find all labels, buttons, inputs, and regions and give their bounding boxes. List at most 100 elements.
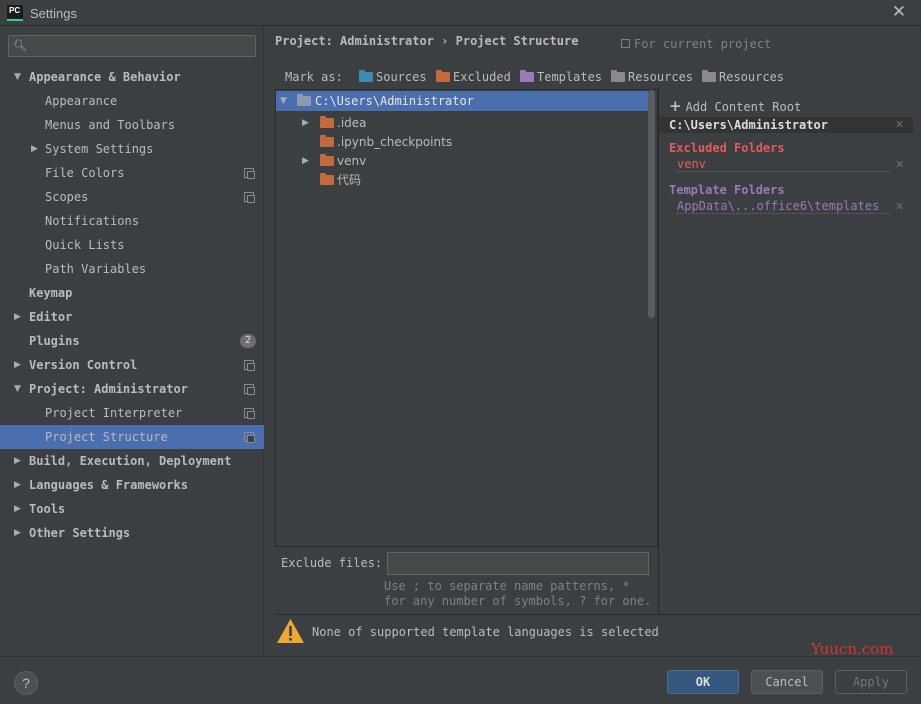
sidebar-item-system-settings[interactable]: ▶ System Settings xyxy=(0,137,264,161)
excluded-folder-icon xyxy=(436,70,450,82)
content-roots-panel: + Add Content Root C:\Users\Administrator… xyxy=(658,89,921,614)
project-structure-panel: Project: Administrator › Project Structu… xyxy=(264,26,921,656)
tree-row[interactable]: ▶ venv xyxy=(276,151,648,171)
sidebar-item-file-colors[interactable]: File Colors xyxy=(0,161,264,185)
chevron-right-icon[interactable]: ▶ xyxy=(302,151,309,171)
sidebar-item-plugins[interactable]: Plugins 2 xyxy=(0,329,264,353)
chevron-right-icon[interactable]: ▶ xyxy=(14,521,26,545)
sidebar-item-label: Quick Lists xyxy=(45,238,125,252)
sidebar-item-editor[interactable]: ▶ Editor xyxy=(0,305,264,329)
project-scope-icon xyxy=(244,360,255,371)
sidebar-item-build-execution-deployment[interactable]: ▶ Build, Execution, Deployment xyxy=(0,449,264,473)
excluded-folder-icon xyxy=(320,135,334,147)
content-root-path: C:\Users\Administrator xyxy=(669,118,828,132)
for-current-project-label: For current project xyxy=(621,37,771,51)
mark-as-resources-button[interactable]: Resources xyxy=(611,68,693,86)
chevron-right-icon[interactable]: ▶ xyxy=(302,113,309,133)
project-scope-icon xyxy=(244,408,255,419)
mark-as-resources-button[interactable]: Resources xyxy=(702,68,784,86)
mark-as-sources-button[interactable]: Sources xyxy=(359,68,427,86)
mark-as-label: Resources xyxy=(719,70,785,84)
sidebar-item-label: Appearance & Behavior xyxy=(29,70,181,84)
tree-row-label: venv xyxy=(337,154,367,168)
sidebar-item-appearance[interactable]: Appearance xyxy=(0,89,264,113)
sidebar-item-notifications[interactable]: Notifications xyxy=(0,209,264,233)
sidebar-item-label: Path Variables xyxy=(45,262,147,276)
mark-as-label: Mark as: xyxy=(285,70,343,84)
search-input[interactable]: 🔍︎ xyxy=(8,35,256,57)
sidebar-item-label: Languages & Frameworks xyxy=(29,478,188,492)
chevron-right-icon[interactable]: ▶ xyxy=(14,449,26,473)
remove-root-icon[interactable]: ✕ xyxy=(895,118,904,131)
sidebar-item-quick-lists[interactable]: Quick Lists xyxy=(0,233,264,257)
remove-excluded-icon[interactable]: ✕ xyxy=(895,158,904,171)
chevron-right-icon[interactable]: ▶ xyxy=(14,497,26,521)
sidebar-item-project-interpreter[interactable]: Project Interpreter xyxy=(0,401,264,425)
tree-row[interactable]: ▶ .idea xyxy=(276,113,648,133)
mark-as-label: Excluded xyxy=(453,70,511,84)
excluded-folder-icon xyxy=(320,173,334,185)
templates-folder-icon xyxy=(520,70,534,82)
folder-tree[interactable]: ▼ C:\Users\Administrator ▶ .idea .ipynb_ch… xyxy=(275,89,658,547)
ok-button[interactable]: OK xyxy=(667,670,739,694)
folder-icon xyxy=(297,94,311,106)
sidebar-item-label: Tools xyxy=(29,502,66,516)
sidebar-item-other-settings[interactable]: ▶ Other Settings xyxy=(0,521,264,545)
sidebar-item-label: Plugins xyxy=(29,334,80,348)
template-folder-item: AppData\...office6\templates xyxy=(677,199,889,214)
search-icon: 🔍︎ xyxy=(13,39,27,52)
chevron-down-icon[interactable]: ▼ xyxy=(280,91,287,111)
project-scope-icon xyxy=(244,168,255,179)
sidebar-item-keymap[interactable]: Keymap xyxy=(0,281,264,305)
tree-row[interactable]: .ipynb_checkpoints xyxy=(276,132,648,152)
sidebar-item-label: Keymap xyxy=(29,286,73,300)
remove-template-icon[interactable]: ✕ xyxy=(895,200,904,213)
sidebar-item-scopes[interactable]: Scopes xyxy=(0,185,264,209)
chevron-right-icon[interactable]: ▶ xyxy=(31,137,43,161)
mark-as-templates-button[interactable]: Templates xyxy=(520,68,602,86)
sidebar-item-label: Build, Execution, Deployment xyxy=(29,454,232,468)
add-content-root-button[interactable]: + Add Content Root xyxy=(669,97,801,115)
mark-as-label: Templates xyxy=(537,70,603,84)
apply-button[interactable]: Apply xyxy=(835,670,907,694)
chevron-right-icon[interactable]: ▶ xyxy=(14,473,26,497)
sidebar-item-version-control[interactable]: ▶ Version Control xyxy=(0,353,264,377)
chevron-right-icon[interactable]: ▶ xyxy=(14,305,26,329)
sidebar-item-tools[interactable]: ▶ Tools xyxy=(0,497,264,521)
chevron-right-icon[interactable]: ▶ xyxy=(14,353,26,377)
cancel-button[interactable]: Cancel xyxy=(751,670,823,694)
close-icon[interactable]: ✕ xyxy=(890,3,908,21)
hint-line-2: for any number of symbols, ? for one. xyxy=(384,594,652,608)
chevron-down-icon[interactable]: ▼ xyxy=(14,65,26,89)
sidebar-item-project-structure[interactable]: Project Structure xyxy=(0,425,264,449)
project-scope-icon xyxy=(244,384,255,395)
tree-root-label: C:\Users\Administrator xyxy=(315,94,474,108)
sidebar-item-label: Project Interpreter xyxy=(45,406,183,420)
project-scope-icon xyxy=(244,192,255,203)
sidebar-item-label: Other Settings xyxy=(29,526,131,540)
sidebar-item-project-administrator[interactable]: ▼ Project: Administrator xyxy=(0,377,264,401)
project-scope-icon xyxy=(621,39,630,48)
sidebar-item-label: Notifications xyxy=(45,214,139,228)
chevron-down-icon[interactable]: ▼ xyxy=(14,377,26,401)
sidebar-item-label: File Colors xyxy=(45,166,125,180)
exclude-files-input[interactable] xyxy=(387,552,649,575)
tree-scrollbar[interactable] xyxy=(648,90,655,318)
sidebar-item-path-variables[interactable]: Path Variables xyxy=(0,257,264,281)
sidebar-item-label: Project Structure xyxy=(45,430,168,444)
window-title: Settings xyxy=(30,6,77,21)
sidebar-item-languages-frameworks[interactable]: ▶ Languages & Frameworks xyxy=(0,473,264,497)
help-button[interactable]: ? xyxy=(14,671,38,695)
mark-as-excluded-button[interactable]: Excluded xyxy=(436,68,511,86)
mark-as-label: Resources xyxy=(628,70,694,84)
sidebar-item-menus-and-toolbars[interactable]: Menus and Toolbars xyxy=(0,113,264,137)
excluded-folder-icon xyxy=(320,116,334,128)
sidebar-item-label: Appearance xyxy=(45,94,118,108)
sidebar-item-appearance-behavior[interactable]: ▼ Appearance & Behavior xyxy=(0,65,264,89)
pycharm-logo-icon: PC xyxy=(7,5,23,21)
sidebar-item-label: Version Control xyxy=(29,358,138,372)
tree-row[interactable]: 代码 xyxy=(276,170,648,190)
tree-row-label: .idea xyxy=(337,116,367,130)
plus-icon: + xyxy=(669,97,682,115)
tree-root-row[interactable]: ▼ C:\Users\Administrator xyxy=(276,91,648,111)
